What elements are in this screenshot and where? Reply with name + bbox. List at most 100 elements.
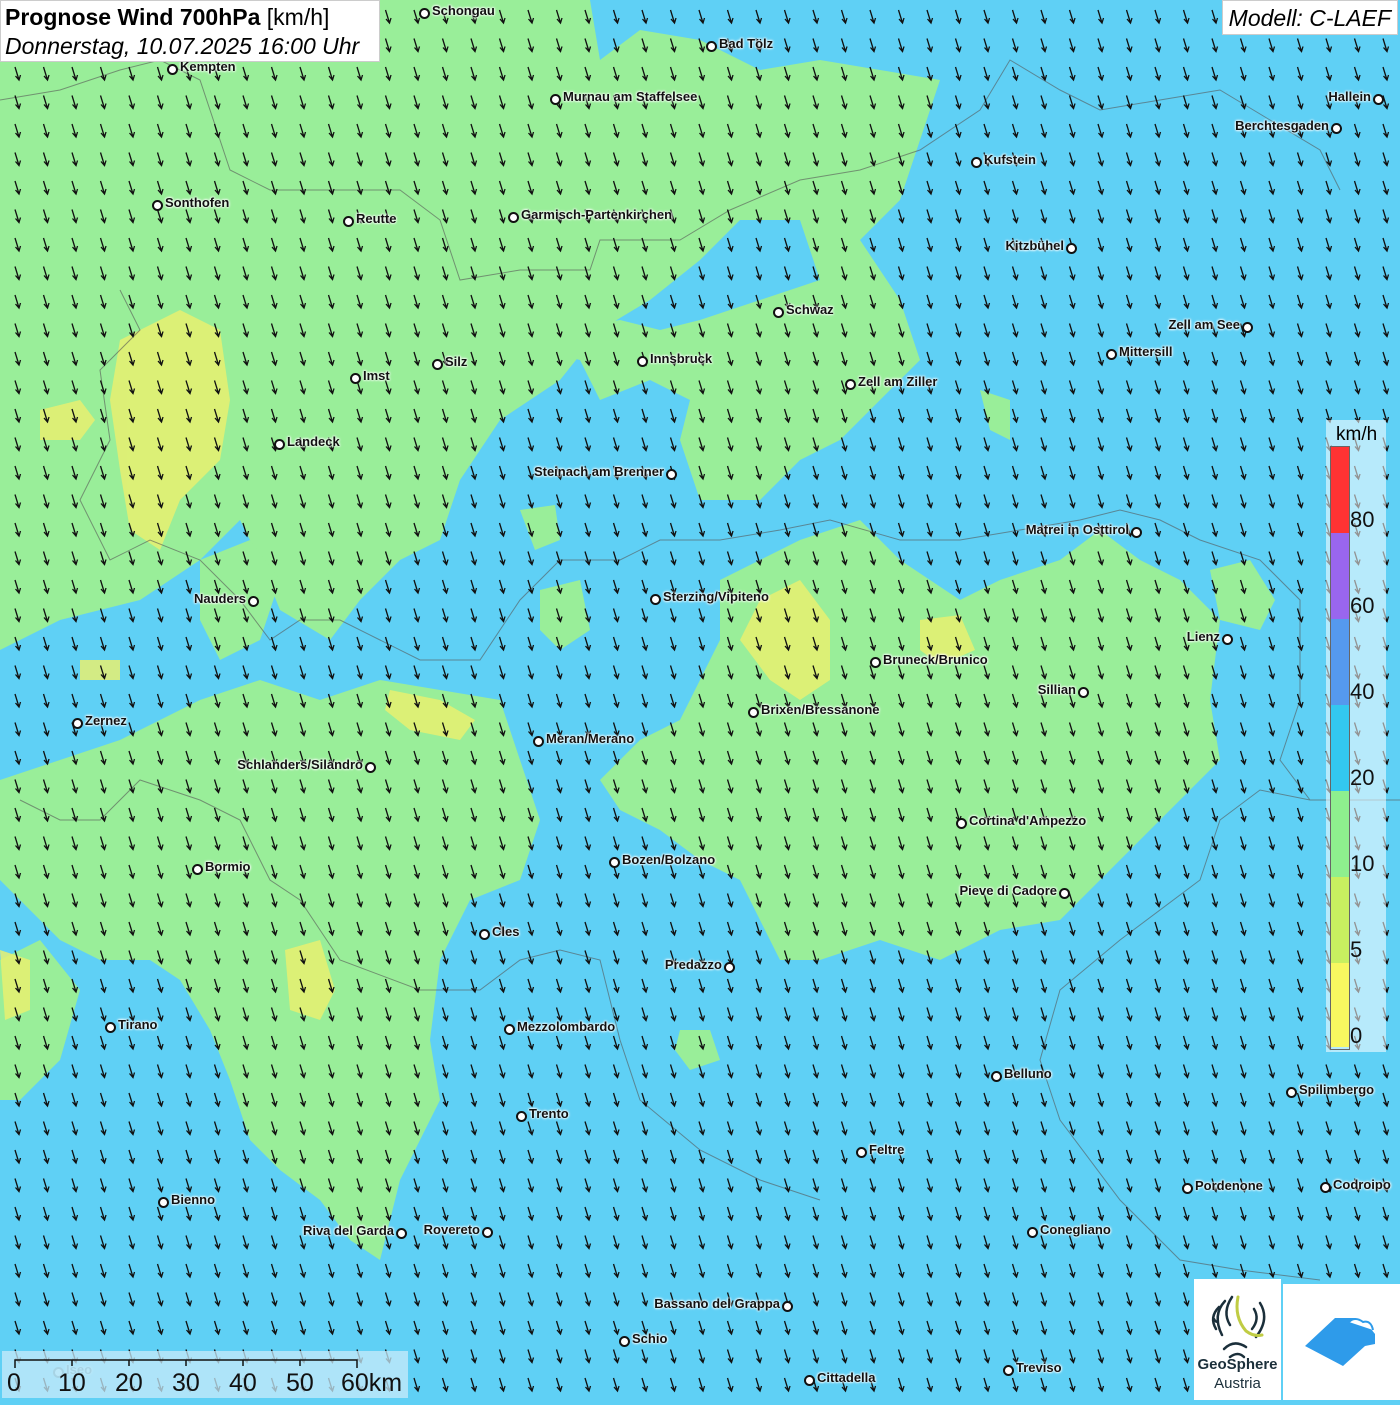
city-marker-icon [637, 356, 648, 367]
city-label: Sterzing/Vipiteno [663, 589, 769, 604]
geosphere-text: GeoSphere [1197, 1356, 1278, 1373]
scale-label: 20 [115, 1369, 143, 1397]
title-box: Prognose Wind 700hPa [km/h] Donnerstag, … [0, 0, 380, 62]
city-label: Brixen/Bressanone [761, 702, 880, 717]
city-marker-icon [105, 1022, 116, 1033]
city-marker-icon [1373, 94, 1384, 105]
city-label: Cittadella [817, 1370, 876, 1385]
legend-seg-20-40 [1331, 705, 1349, 791]
city-label: Tirano [118, 1017, 158, 1032]
city-marker-icon [1331, 123, 1342, 134]
city-label: Conegliano [1040, 1222, 1111, 1237]
city-marker-icon [870, 657, 881, 668]
map-title: Prognose Wind 700hPa [km/h] [5, 4, 375, 31]
city-marker-icon [479, 929, 490, 940]
city-marker-icon [350, 373, 361, 384]
city-marker-icon [158, 1197, 169, 1208]
forecast-datetime: Donnerstag, 10.07.2025 16:00 Uhr [5, 33, 360, 59]
city-marker-icon [248, 596, 259, 607]
city-marker-icon [666, 469, 677, 480]
scale-label: 50 [286, 1369, 314, 1397]
legend-label: 20 [1350, 765, 1375, 790]
city-marker-icon [192, 864, 203, 875]
legend-seg-60-80 [1331, 533, 1349, 619]
city-label: Codroipo [1333, 1177, 1391, 1192]
legend-label: 80 [1350, 507, 1375, 532]
city-marker-icon [504, 1024, 515, 1035]
legend-seg-10-20 [1331, 791, 1349, 877]
color-legend: km/h 80 60 40 20 10 5 0 [1326, 420, 1386, 1052]
city-marker-icon [845, 379, 856, 390]
geosphere-emblem-icon [1211, 1295, 1266, 1359]
city-label: Kufstein [984, 152, 1036, 167]
city-label: Innsbruck [650, 351, 713, 366]
city-label: Zernez [85, 713, 127, 728]
city-marker-icon [1222, 634, 1233, 645]
city-marker-icon [1320, 1182, 1331, 1193]
city-marker-icon [1182, 1183, 1193, 1194]
scale-label: 30 [172, 1369, 200, 1397]
city-label: Berchtesgaden [1235, 118, 1329, 133]
city-label: Reutte [356, 211, 397, 226]
city-marker-icon [343, 216, 354, 227]
city-label: Bienno [171, 1192, 216, 1207]
city-label: Zell am Ziller [858, 374, 938, 389]
legend-label: 0 [1350, 1023, 1363, 1048]
city-marker-icon [856, 1147, 867, 1158]
city-marker-icon [1027, 1227, 1038, 1238]
city-label: Silz [445, 354, 468, 369]
city-marker-icon [432, 359, 443, 370]
city-label: Bormio [205, 859, 251, 874]
scale-label: 10 [58, 1369, 86, 1397]
city-marker-icon [991, 1071, 1002, 1082]
city-label: Predazzo [664, 957, 722, 972]
city-marker-icon [804, 1375, 815, 1386]
legend-seg-5-10 [1331, 877, 1349, 963]
city-label: Matrei in Osttirol [1025, 522, 1129, 537]
city-label: Mittersill [1119, 344, 1173, 359]
city-marker-icon [1106, 349, 1117, 360]
scale-label: 60km [341, 1369, 403, 1397]
city-label: Schwaz [786, 302, 834, 317]
city-label: Bad Tölz [719, 36, 774, 51]
city-marker-icon [1242, 322, 1253, 333]
city-label: Mezzolombardo [517, 1019, 616, 1034]
city-label: Bozen/Bolzano [622, 852, 716, 867]
city-label: Schlanders/Silandro [237, 757, 363, 772]
city-marker-icon [1078, 687, 1089, 698]
scale-label: 0 [7, 1369, 21, 1397]
city-label: Riva del Garda [302, 1223, 394, 1238]
city-label: Pordenone [1195, 1178, 1263, 1193]
city-label: Pieve di Cadore [959, 883, 1057, 898]
city-label: Hallein [1328, 89, 1371, 104]
city-label: Treviso [1016, 1360, 1062, 1375]
city-marker-icon [1286, 1087, 1297, 1098]
city-marker-icon [508, 212, 519, 223]
partner-logo[interactable] [1283, 1284, 1400, 1400]
title-unit: [km/h] [266, 4, 330, 30]
title-bold: Prognose Wind 700hPa [5, 4, 261, 30]
scale-label: 40 [229, 1369, 257, 1397]
scale-bar: 0 10 20 30 40 50 60km [2, 1351, 408, 1398]
city-label: Belluno [1004, 1066, 1052, 1081]
city-label: Rovereto [423, 1222, 480, 1237]
city-marker-icon [72, 718, 83, 729]
city-label: Lienz [1186, 629, 1220, 644]
city-marker-icon [773, 307, 784, 318]
city-marker-icon [1059, 888, 1070, 899]
city-label: Kitzbühel [1005, 238, 1065, 253]
city-label: Spilimbergo [1299, 1082, 1375, 1097]
city-marker-icon [956, 818, 967, 829]
scale-ruler [14, 1359, 358, 1368]
legend-seg-above-80 [1331, 447, 1349, 533]
legend-label: 10 [1350, 851, 1375, 876]
city-marker-icon [971, 157, 982, 168]
city-marker-icon [365, 762, 376, 773]
city-marker-icon [609, 857, 620, 868]
city-marker-icon [748, 707, 759, 718]
city-marker-icon [550, 94, 561, 105]
city-label: Feltre [869, 1142, 905, 1157]
city-marker-icon [152, 200, 163, 211]
city-marker-icon [533, 736, 544, 747]
geosphere-austria-logo[interactable]: GeoSphere Austria [1194, 1279, 1281, 1400]
